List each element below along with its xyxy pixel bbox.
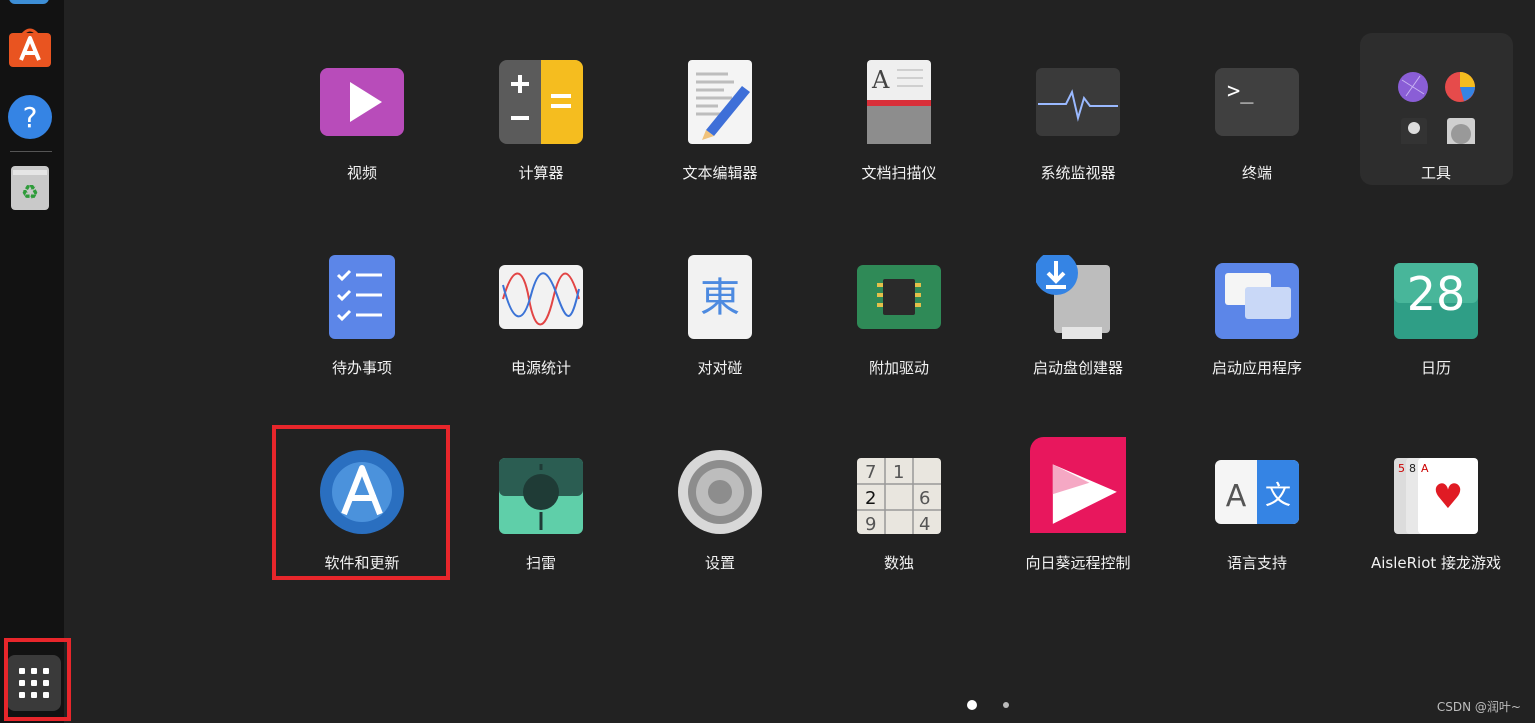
app-label: 设置 [704, 554, 735, 572]
dock-item-partial[interactable] [9, 0, 49, 4]
app-label: 语言支持 [1226, 554, 1287, 572]
app-label: 数独 [883, 554, 914, 572]
svg-text:9: 9 [865, 514, 876, 534]
app-label: 电源统计 [510, 359, 571, 377]
calculator-icon [499, 60, 583, 144]
svg-text:A: A [1226, 479, 1247, 514]
app-mines[interactable]: 扫雷 [456, 434, 626, 584]
selected-app-highlight [272, 425, 450, 580]
app-video[interactable]: 视频 [277, 44, 447, 194]
app-label: 扫雷 [525, 554, 556, 572]
utilities-folder-icon [1398, 72, 1475, 144]
svg-text:♻: ♻ [21, 180, 39, 204]
app-terminal[interactable]: >_ 终端 [1172, 44, 1342, 194]
app-label: 系统监视器 [1040, 164, 1116, 182]
svg-text:>_: >_ [1227, 79, 1254, 104]
video-player-icon [320, 68, 404, 136]
text-editor-icon [688, 60, 752, 144]
app-label: 启动应用程序 [1211, 359, 1302, 377]
svg-text:6: 6 [919, 488, 930, 509]
app-label: 待办事项 [331, 359, 392, 377]
language-support-icon: A 文 [1215, 460, 1299, 524]
app-text-editor[interactable]: 文本编辑器 [635, 44, 805, 194]
app-sunlogin-remote[interactable]: 向日葵远程控制 [993, 434, 1163, 584]
additional-drivers-icon [857, 265, 941, 329]
app-label: 视频 [346, 164, 377, 182]
power-statistics-icon [499, 265, 583, 329]
watermark: CSDN @润叶~ [1436, 700, 1521, 714]
svg-text:?: ? [23, 101, 38, 134]
mines-icon [499, 458, 583, 534]
app-calendar[interactable]: 28 日历 [1351, 239, 1521, 389]
todo-icon [329, 255, 395, 339]
system-monitor-icon [1036, 68, 1120, 136]
svg-text:8: 8 [1409, 462, 1416, 475]
app-label: 计算器 [518, 164, 564, 182]
app-label: AisleRiot 接龙游戏 [1370, 554, 1502, 572]
svg-text:7: 7 [865, 462, 876, 483]
svg-text:A: A [871, 66, 890, 94]
app-label: 附加驱动 [868, 359, 929, 377]
ubuntu-software-icon[interactable] [7, 24, 53, 70]
dock-separator [10, 151, 52, 152]
app-label: 文本编辑器 [682, 164, 758, 182]
app-startup-disk-creator[interactable]: 启动盘创建器 [993, 239, 1163, 389]
app-settings[interactable]: 设置 [635, 434, 805, 584]
app-label: 对对碰 [697, 359, 743, 377]
svg-text:4: 4 [919, 514, 930, 534]
settings-gear-icon [678, 450, 762, 534]
svg-text:♥: ♥ [1433, 477, 1463, 517]
svg-text:5: 5 [1398, 462, 1405, 475]
app-power-statistics[interactable]: 电源统计 [456, 239, 626, 389]
svg-text:2: 2 [865, 488, 876, 509]
app-label: 日历 [1420, 359, 1451, 377]
app-startup-applications[interactable]: 启动应用程序 [1172, 239, 1342, 389]
aisleriot-cards-icon: 5 8 A ♥ [1394, 458, 1478, 534]
app-mahjongg[interactable]: 東 对对碰 [635, 239, 805, 389]
mahjongg-icon: 東 [688, 255, 752, 339]
help-icon[interactable]: ? [7, 94, 53, 140]
app-system-monitor[interactable]: 系统监视器 [993, 44, 1163, 194]
sunlogin-remote-icon [1030, 437, 1126, 533]
page-dot-current[interactable] [967, 700, 977, 710]
app-document-scanner[interactable]: A 文档扫描仪 [814, 44, 984, 194]
app-aisleriot[interactable]: 5 8 A ♥ AisleRiot 接龙游戏 [1351, 434, 1521, 584]
page-dot[interactable] [1003, 702, 1009, 708]
document-scanner-icon: A [867, 60, 931, 144]
app-todo[interactable]: 待办事项 [277, 239, 447, 389]
app-label: 终端 [1241, 164, 1272, 182]
svg-text:文: 文 [1265, 481, 1291, 511]
calendar-day: 28 [1406, 267, 1466, 321]
terminal-icon: >_ [1215, 68, 1299, 136]
trash-icon[interactable]: ♻ [7, 164, 53, 210]
page-indicator [0, 700, 1535, 712]
app-label: 工具 [1420, 164, 1451, 182]
app-sudoku[interactable]: 71 2 6 9 4 数独 [814, 434, 984, 584]
svg-text:1: 1 [893, 462, 904, 483]
app-label: 向日葵远程控制 [1025, 554, 1131, 572]
sudoku-icon: 71 2 6 9 4 [857, 458, 941, 534]
app-label: 文档扫描仪 [861, 164, 937, 182]
svg-text:東: 東 [700, 275, 740, 321]
app-language-support[interactable]: A 文 语言支持 [1172, 434, 1342, 584]
startup-applications-icon [1215, 263, 1299, 339]
svg-text:A: A [1421, 462, 1429, 475]
dock: ? ♻ [0, 0, 64, 723]
startup-disk-creator-icon [1036, 255, 1110, 339]
app-utilities-folder[interactable]: 工具 [1351, 44, 1521, 194]
app-label: 启动盘创建器 [1032, 359, 1123, 377]
app-additional-drivers[interactable]: 附加驱动 [814, 239, 984, 389]
app-calculator[interactable]: 计算器 [456, 44, 626, 194]
